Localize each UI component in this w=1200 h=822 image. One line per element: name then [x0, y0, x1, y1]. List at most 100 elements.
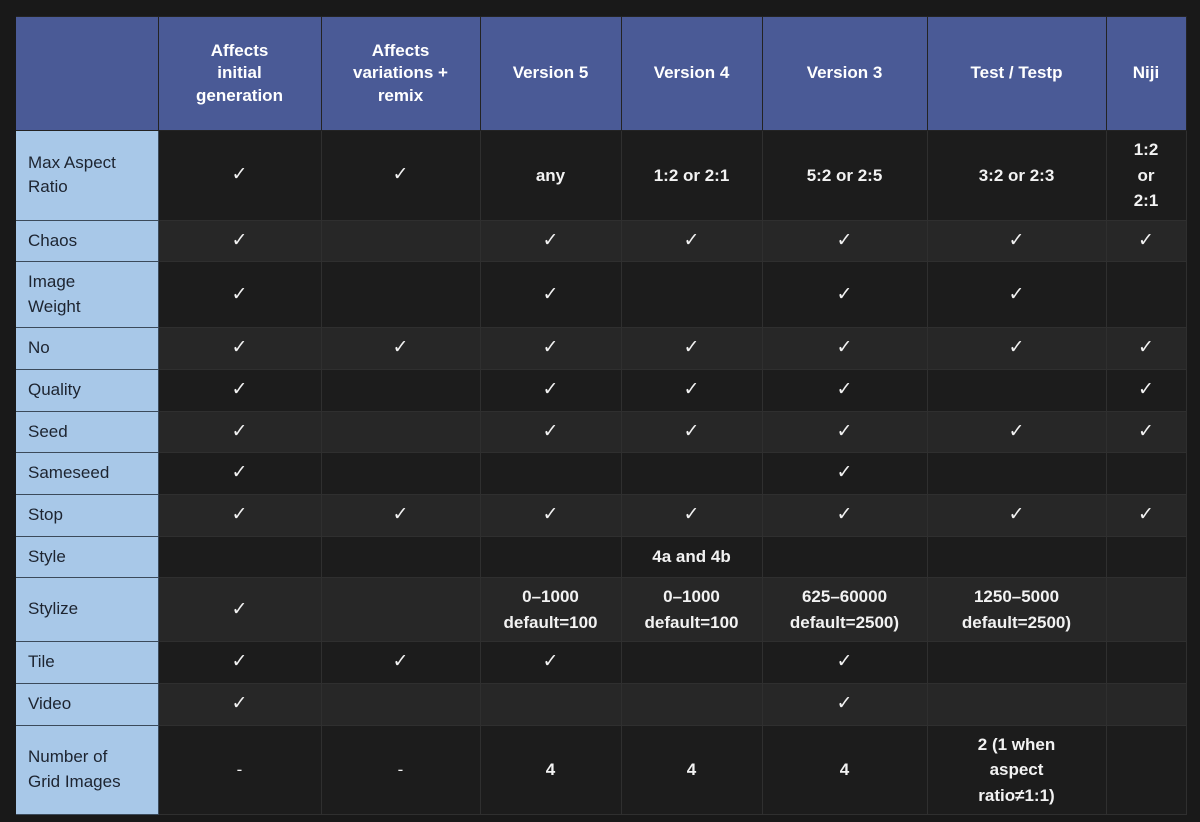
cell-check-icon: ✓ [158, 370, 321, 412]
row-label: Chaos [16, 220, 158, 262]
table-row: Tile✓✓✓✓ [16, 642, 1186, 684]
table-cell: 0–1000 default=100 [621, 578, 762, 642]
cell-check-icon: ✓ [1106, 494, 1186, 536]
row-label: Seed [16, 411, 158, 453]
table-cell [321, 220, 480, 262]
table-cell [321, 453, 480, 495]
cell-check-icon: ✓ [762, 683, 927, 725]
row-label: Video [16, 683, 158, 725]
cell-check-icon: ✓ [621, 494, 762, 536]
row-label: Stop [16, 494, 158, 536]
table-cell: 3:2 or 2:3 [927, 131, 1106, 221]
cell-check-icon: ✓ [927, 220, 1106, 262]
cell-check-icon: ✓ [1106, 220, 1186, 262]
header-cell-affects-initial-generation: Affects initial generation [158, 17, 321, 131]
cell-check-icon: ✓ [1106, 328, 1186, 370]
table-cell: any [480, 131, 621, 221]
cell-check-icon: ✓ [927, 411, 1106, 453]
table-cell: 0–1000 default=100 [480, 578, 621, 642]
table-cell: 5:2 or 2:5 [762, 131, 927, 221]
table-cell [621, 642, 762, 684]
cell-check-icon: ✓ [762, 262, 927, 328]
cell-check-icon: ✓ [621, 328, 762, 370]
table-cell: 1250–5000 default=2500) [927, 578, 1106, 642]
row-label: Image Weight [16, 262, 158, 328]
header-cell-affects-variations-remix: Affects variations + remix [321, 17, 480, 131]
cell-check-icon: ✓ [762, 453, 927, 495]
cell-check-icon: ✓ [480, 642, 621, 684]
cell-check-icon: ✓ [158, 453, 321, 495]
table-cell: - [321, 725, 480, 815]
table-cell [1106, 578, 1186, 642]
table-cell [321, 411, 480, 453]
cell-check-icon: ✓ [762, 220, 927, 262]
table-header: Affects initial generation Affects varia… [16, 17, 1186, 131]
table-cell [321, 262, 480, 328]
table-cell [321, 536, 480, 578]
cell-check-icon: ✓ [158, 262, 321, 328]
table-row: Max Aspect Ratio✓✓any1:2 or 2:15:2 or 2:… [16, 131, 1186, 221]
cell-check-icon: ✓ [321, 131, 480, 221]
cell-check-icon: ✓ [1106, 370, 1186, 412]
cell-check-icon: ✓ [158, 642, 321, 684]
table-cell [480, 683, 621, 725]
cell-check-icon: ✓ [480, 411, 621, 453]
cell-check-icon: ✓ [158, 131, 321, 221]
table-cell: 4 [621, 725, 762, 815]
table-cell: - [158, 725, 321, 815]
row-label: Quality [16, 370, 158, 412]
row-label: Tile [16, 642, 158, 684]
header-cell-version-5: Version 5 [480, 17, 621, 131]
cell-check-icon: ✓ [927, 494, 1106, 536]
row-label: Max Aspect Ratio [16, 131, 158, 221]
cell-check-icon: ✓ [762, 328, 927, 370]
table-row: Quality✓✓✓✓✓ [16, 370, 1186, 412]
table-cell [927, 370, 1106, 412]
cell-check-icon: ✓ [480, 494, 621, 536]
cell-check-icon: ✓ [158, 328, 321, 370]
cell-check-icon: ✓ [762, 411, 927, 453]
header-row: Affects initial generation Affects varia… [16, 17, 1186, 131]
table-cell [321, 578, 480, 642]
table-cell [762, 536, 927, 578]
table-cell [927, 642, 1106, 684]
table-cell [927, 536, 1106, 578]
table-cell [480, 453, 621, 495]
table-cell [1106, 536, 1186, 578]
table-cell [158, 536, 321, 578]
table-cell [621, 262, 762, 328]
cell-check-icon: ✓ [480, 370, 621, 412]
row-label: Style [16, 536, 158, 578]
header-cell-version-4: Version 4 [621, 17, 762, 131]
row-label: Sameseed [16, 453, 158, 495]
table-row: No✓✓✓✓✓✓✓ [16, 328, 1186, 370]
cell-check-icon: ✓ [621, 220, 762, 262]
cell-check-icon: ✓ [321, 328, 480, 370]
table-cell [1106, 453, 1186, 495]
table-row: Sameseed✓✓ [16, 453, 1186, 495]
cell-check-icon: ✓ [621, 370, 762, 412]
table-cell [321, 370, 480, 412]
cell-check-icon: ✓ [762, 494, 927, 536]
table-cell: 1:2 or 2:1 [621, 131, 762, 221]
table-cell [480, 536, 621, 578]
header-cell-test-testp: Test / Testp [927, 17, 1106, 131]
cell-check-icon: ✓ [158, 220, 321, 262]
table-row: Video✓✓ [16, 683, 1186, 725]
cell-check-icon: ✓ [321, 642, 480, 684]
table-cell: 4 [480, 725, 621, 815]
cell-check-icon: ✓ [158, 494, 321, 536]
midjourney-parameter-table: Affects initial generation Affects varia… [16, 16, 1187, 815]
table-cell: 1:2 or 2:1 [1106, 131, 1186, 221]
table-row: Stop✓✓✓✓✓✓✓ [16, 494, 1186, 536]
table-cell [1106, 642, 1186, 684]
table-cell [927, 683, 1106, 725]
table-row: Seed✓✓✓✓✓✓ [16, 411, 1186, 453]
row-label: Number of Grid Images [16, 725, 158, 815]
table-body: Max Aspect Ratio✓✓any1:2 or 2:15:2 or 2:… [16, 131, 1186, 815]
table-row: Chaos✓✓✓✓✓✓ [16, 220, 1186, 262]
cell-check-icon: ✓ [158, 683, 321, 725]
table-cell [621, 453, 762, 495]
cell-check-icon: ✓ [321, 494, 480, 536]
cell-check-icon: ✓ [480, 220, 621, 262]
